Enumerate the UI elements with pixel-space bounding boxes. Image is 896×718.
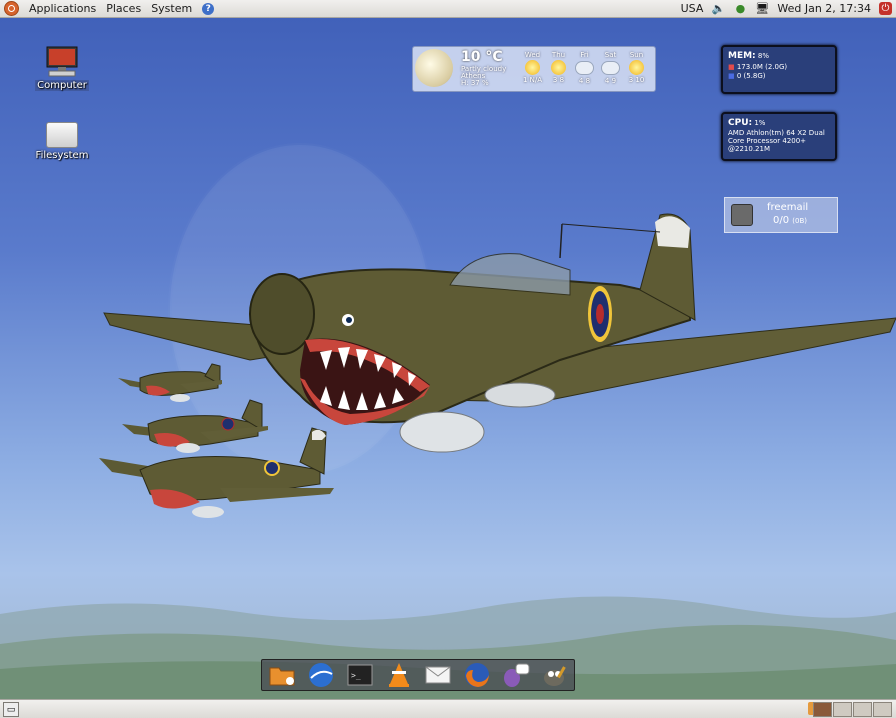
- mail-account-name: freemail: [767, 202, 809, 213]
- vlc-icon[interactable]: [385, 662, 413, 688]
- cpu-model-line-1: AMD Athlon(tm) 64 X2 Dual: [728, 129, 825, 137]
- desktop-icon-computer[interactable]: Computer: [29, 46, 95, 91]
- forecast-day: Sun 3 10: [625, 51, 648, 85]
- show-desktop-icon[interactable]: ▭: [3, 702, 19, 717]
- update-notifier-icon[interactable]: ●: [733, 2, 747, 15]
- memory-monitor-widget[interactable]: MEM: 8% ■ 173.0M (2.0G) ■ 0 (5.8G): [721, 45, 837, 94]
- forecast-range: 4 8: [578, 77, 591, 85]
- forecast-day-name: Fri: [580, 51, 589, 59]
- forecast-day-name: Sat: [604, 51, 617, 59]
- bottom-panel: ▭: [0, 699, 896, 718]
- desktop-icon-label: Filesystem: [35, 150, 89, 161]
- cpu-model-line-2: Core Processor 4200+: [728, 137, 807, 145]
- panel-menu-bar: Applications Places System ?: [0, 1, 215, 16]
- firefox-icon[interactable]: [463, 662, 491, 688]
- home-folder-icon[interactable]: [268, 662, 296, 688]
- terminal-icon[interactable]: >_: [346, 662, 374, 688]
- mail-size: (0B): [792, 217, 807, 225]
- keyboard-layout-indicator[interactable]: USA: [681, 2, 704, 15]
- weather-humidity: H: 37 %: [461, 79, 489, 87]
- menu-applications[interactable]: Applications: [29, 2, 96, 15]
- mem-swap-value: 0 (5.8G): [736, 72, 766, 80]
- cpu-title: CPU:: [728, 118, 753, 128]
- rain-cloud-icon: [575, 61, 594, 75]
- workspace-1[interactable]: [813, 702, 832, 717]
- cpu-model-line-3: @2210.21M: [728, 145, 770, 153]
- help-icon[interactable]: ?: [202, 2, 215, 15]
- ram-legend-icon: ■: [728, 63, 737, 71]
- forecast-range: 4 9: [604, 77, 617, 85]
- dock: >_: [261, 659, 575, 691]
- gimp-icon[interactable]: [541, 662, 569, 688]
- forecast-range: 1 N/A: [522, 76, 543, 84]
- hard-drive-icon: [46, 122, 78, 148]
- menu-places[interactable]: Places: [106, 2, 141, 15]
- pidgin-icon[interactable]: [502, 662, 530, 688]
- cpu-percent: 1%: [754, 119, 766, 127]
- forecast-range: 3 8: [552, 76, 565, 84]
- sun-icon: [525, 60, 540, 75]
- cpu-monitor-widget[interactable]: CPU: 1% AMD Athlon(tm) 64 X2 Dual Core P…: [721, 112, 837, 161]
- google-earth-icon[interactable]: [307, 662, 335, 688]
- current-temperature: 10 °C: [461, 49, 503, 65]
- mail-checker-widget[interactable]: freemail 0/0 (0B): [724, 197, 838, 233]
- forecast-day: Sat 4 9: [599, 51, 622, 85]
- forecast-day: Fri 4 8: [573, 51, 596, 85]
- weather-widget[interactable]: 10 °C Partly cloudy Athens H: 37 % Wed 1…: [412, 46, 656, 92]
- mailbox-icon: [731, 204, 753, 226]
- workspace-2[interactable]: [833, 702, 852, 717]
- workspace-switcher: [813, 702, 892, 717]
- volume-icon[interactable]: 🔈: [711, 2, 726, 15]
- mem-title: MEM:: [728, 51, 756, 61]
- desktop-icon-label: Computer: [35, 80, 89, 91]
- mail-count-row: 0/0 (0B): [773, 215, 807, 226]
- mem-ram-value: 173.0M (2.0G): [736, 63, 788, 71]
- cloud-icon: [601, 61, 620, 75]
- cpu-header: CPU: 1%: [728, 118, 765, 128]
- workspace-4[interactable]: [873, 702, 892, 717]
- panel-tray: USA 🔈 ● 🖥 Wed Jan 2, 17:34 ⏻: [681, 2, 896, 15]
- mem-ram-row: ■ 173.0M (2.0G): [728, 63, 787, 71]
- workspace-3[interactable]: [853, 702, 872, 717]
- sun-icon: [551, 60, 566, 75]
- fighter-planes-illustration: [99, 145, 896, 518]
- top-panel: Applications Places System ? USA 🔈 ● 🖥 W…: [0, 0, 896, 18]
- swap-legend-icon: ■: [728, 72, 737, 80]
- desktop-wallpaper: [0, 0, 896, 717]
- mem-header: MEM: 8%: [728, 51, 769, 61]
- forecast-row: Wed 1 N/A Thu 3 8 Fri 4 8 Sat 4 9 Sun 3 …: [521, 51, 648, 85]
- network-icon[interactable]: 🖥: [755, 2, 769, 15]
- ubuntu-logo-icon[interactable]: [4, 1, 19, 16]
- mail-client-icon[interactable]: [424, 662, 452, 688]
- forecast-day: Wed 1 N/A: [521, 51, 544, 85]
- desktop-icon-filesystem[interactable]: Filesystem: [29, 118, 95, 161]
- sun-icon: [629, 60, 644, 75]
- forecast-day: Thu 3 8: [547, 51, 570, 85]
- forecast-range: 3 10: [628, 76, 645, 84]
- power-icon[interactable]: ⏻: [879, 2, 892, 15]
- forecast-day-name: Sun: [629, 51, 644, 59]
- forecast-day-name: Wed: [524, 51, 541, 59]
- partly-cloudy-night-icon: [415, 49, 453, 87]
- mail-count: 0/0: [773, 215, 790, 226]
- mem-swap-row: ■ 0 (5.8G): [728, 72, 766, 80]
- computer-icon: [46, 46, 78, 77]
- forecast-day-name: Thu: [551, 51, 566, 59]
- menu-system[interactable]: System: [151, 2, 192, 15]
- clock[interactable]: Wed Jan 2, 17:34: [777, 2, 871, 15]
- mem-percent: 8%: [757, 52, 770, 60]
- svg-text:>_: >_: [351, 671, 361, 680]
